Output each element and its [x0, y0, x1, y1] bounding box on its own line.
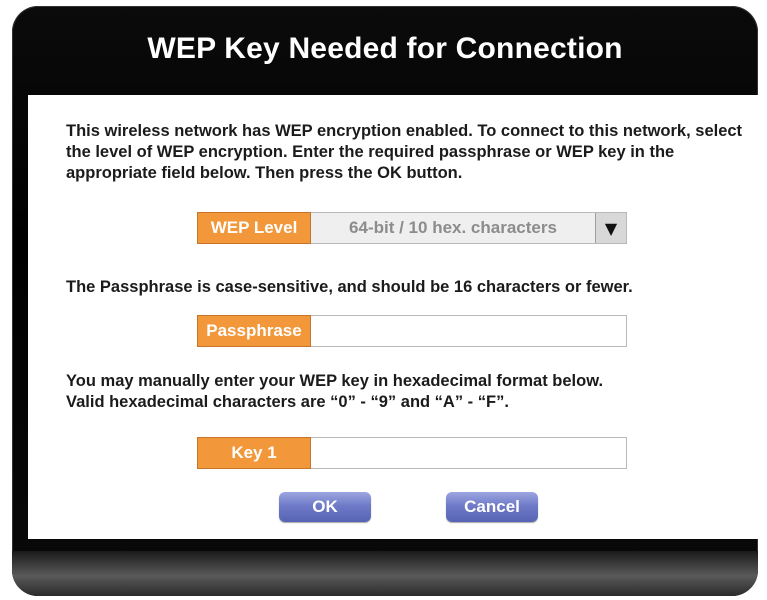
hex-hint-line2: Valid hexadecimal characters are “0” - “… [66, 393, 509, 411]
wep-level-row: WEP Level 64-bit / 10 hex. characters ▼ [197, 212, 627, 244]
hex-hint: You may manually enter your WEP key in h… [66, 371, 756, 413]
wep-level-label: WEP Level [197, 212, 311, 244]
wep-level-select[interactable]: 64-bit / 10 hex. characters ▼ [311, 212, 627, 244]
intro-text: This wireless network has WEP encryption… [66, 122, 743, 182]
cancel-button[interactable]: Cancel [446, 492, 538, 522]
passphrase-hint: The Passphrase is case-sensitive, and sh… [66, 278, 633, 296]
key1-label: Key 1 [197, 437, 311, 469]
wep-level-selected-value[interactable]: 64-bit / 10 hex. characters [311, 213, 595, 243]
title-bar: WEP Key Needed for Connection [12, 6, 758, 92]
dialog-content: This wireless network has WEP encryption… [28, 95, 758, 539]
bottom-bar [12, 551, 758, 596]
passphrase-input[interactable] [311, 315, 627, 347]
ok-button[interactable]: OK [279, 492, 371, 522]
key1-row: Key 1 [197, 437, 627, 469]
dialog-frame: WEP Key Needed for Connection This wirel… [12, 6, 758, 596]
passphrase-row: Passphrase [197, 315, 627, 347]
passphrase-label: Passphrase [197, 315, 311, 347]
dialog-title: WEP Key Needed for Connection [147, 32, 623, 65]
hex-hint-line1: You may manually enter your WEP key in h… [66, 372, 604, 390]
triangle-down-icon[interactable]: ▼ [595, 213, 626, 243]
key1-input[interactable] [311, 437, 627, 469]
